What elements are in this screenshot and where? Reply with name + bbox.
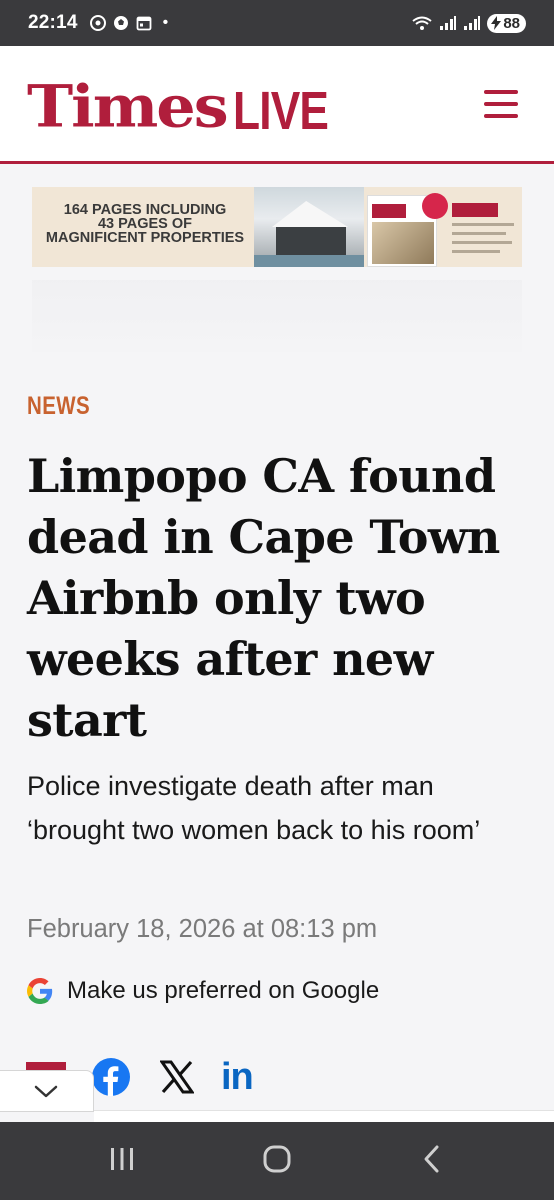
- football-icon: [113, 16, 128, 30]
- timeslive-logo[interactable]: Times LIVE: [27, 76, 349, 138]
- google-icon: [27, 978, 53, 1004]
- section-label[interactable]: NEWS: [27, 392, 90, 421]
- back-icon[interactable]: [420, 1144, 444, 1174]
- ad-text-line: 43 PAGES OF: [97, 216, 192, 232]
- x-icon[interactable]: [160, 1060, 194, 1094]
- ad-price-badge: [422, 193, 448, 219]
- battery-icon: 88: [487, 13, 526, 33]
- menu-icon-bar: [484, 90, 518, 94]
- ad-text-line: MAGNIFICENT PROPERTIES: [45, 230, 245, 246]
- system-icons: 88: [411, 13, 526, 33]
- menu-icon-bar: [484, 114, 518, 118]
- system-nav-bar: [0, 1122, 554, 1200]
- bottom-sticky-strip: [94, 1110, 554, 1122]
- ad-text-line: 164 PAGES INCLUDING: [63, 202, 227, 218]
- status-dot: •: [162, 14, 169, 31]
- charging-bolt-icon: [491, 16, 502, 30]
- logo-live: LIVE: [232, 81, 329, 141]
- google-preferred-link[interactable]: Make us preferred on Google: [27, 977, 379, 1005]
- battery-level: 88: [503, 14, 520, 32]
- recents-icon[interactable]: [108, 1144, 136, 1174]
- chevron-down-icon: [34, 1085, 58, 1098]
- logo-times: Times: [27, 72, 229, 141]
- site-header: Times LIVE: [0, 46, 554, 164]
- chrome-icon: [89, 15, 106, 31]
- share-accent-bar: [26, 1062, 66, 1070]
- ad-magazine-right: [452, 203, 522, 265]
- notification-icons: •: [89, 14, 169, 31]
- menu-icon-bar: [484, 102, 518, 106]
- collapse-tab[interactable]: [0, 1070, 94, 1112]
- signal-icon-2: [464, 16, 481, 30]
- ad-reflection: [32, 280, 522, 352]
- status-bar: 22:14 • 88: [0, 0, 554, 46]
- home-icon[interactable]: [262, 1144, 292, 1174]
- google-preferred-label: Make us preferred on Google: [67, 977, 380, 1004]
- article-subhead: Police investigate death after man ‘brou…: [27, 771, 481, 845]
- ad-house-image: [254, 187, 364, 267]
- article-date: February 18, 2026 at 08:13 pm: [27, 915, 378, 943]
- calendar-icon: [136, 16, 152, 31]
- menu-button[interactable]: [484, 90, 518, 118]
- status-time: 22:14: [28, 12, 78, 33]
- signal-icon: [440, 16, 457, 30]
- ad-banner[interactable]: 164 PAGES INCLUDING 43 PAGES OF MAGNIFIC…: [32, 187, 522, 267]
- ad-text: 164 PAGES INCLUDING 43 PAGES OF MAGNIFIC…: [40, 202, 250, 246]
- article-headline: Limpopo CA found dead in Cape Town Airbn…: [27, 449, 500, 747]
- wifi-icon: [412, 16, 432, 30]
- facebook-icon[interactable]: [92, 1058, 130, 1096]
- linkedin-icon[interactable]: in: [221, 1058, 254, 1096]
